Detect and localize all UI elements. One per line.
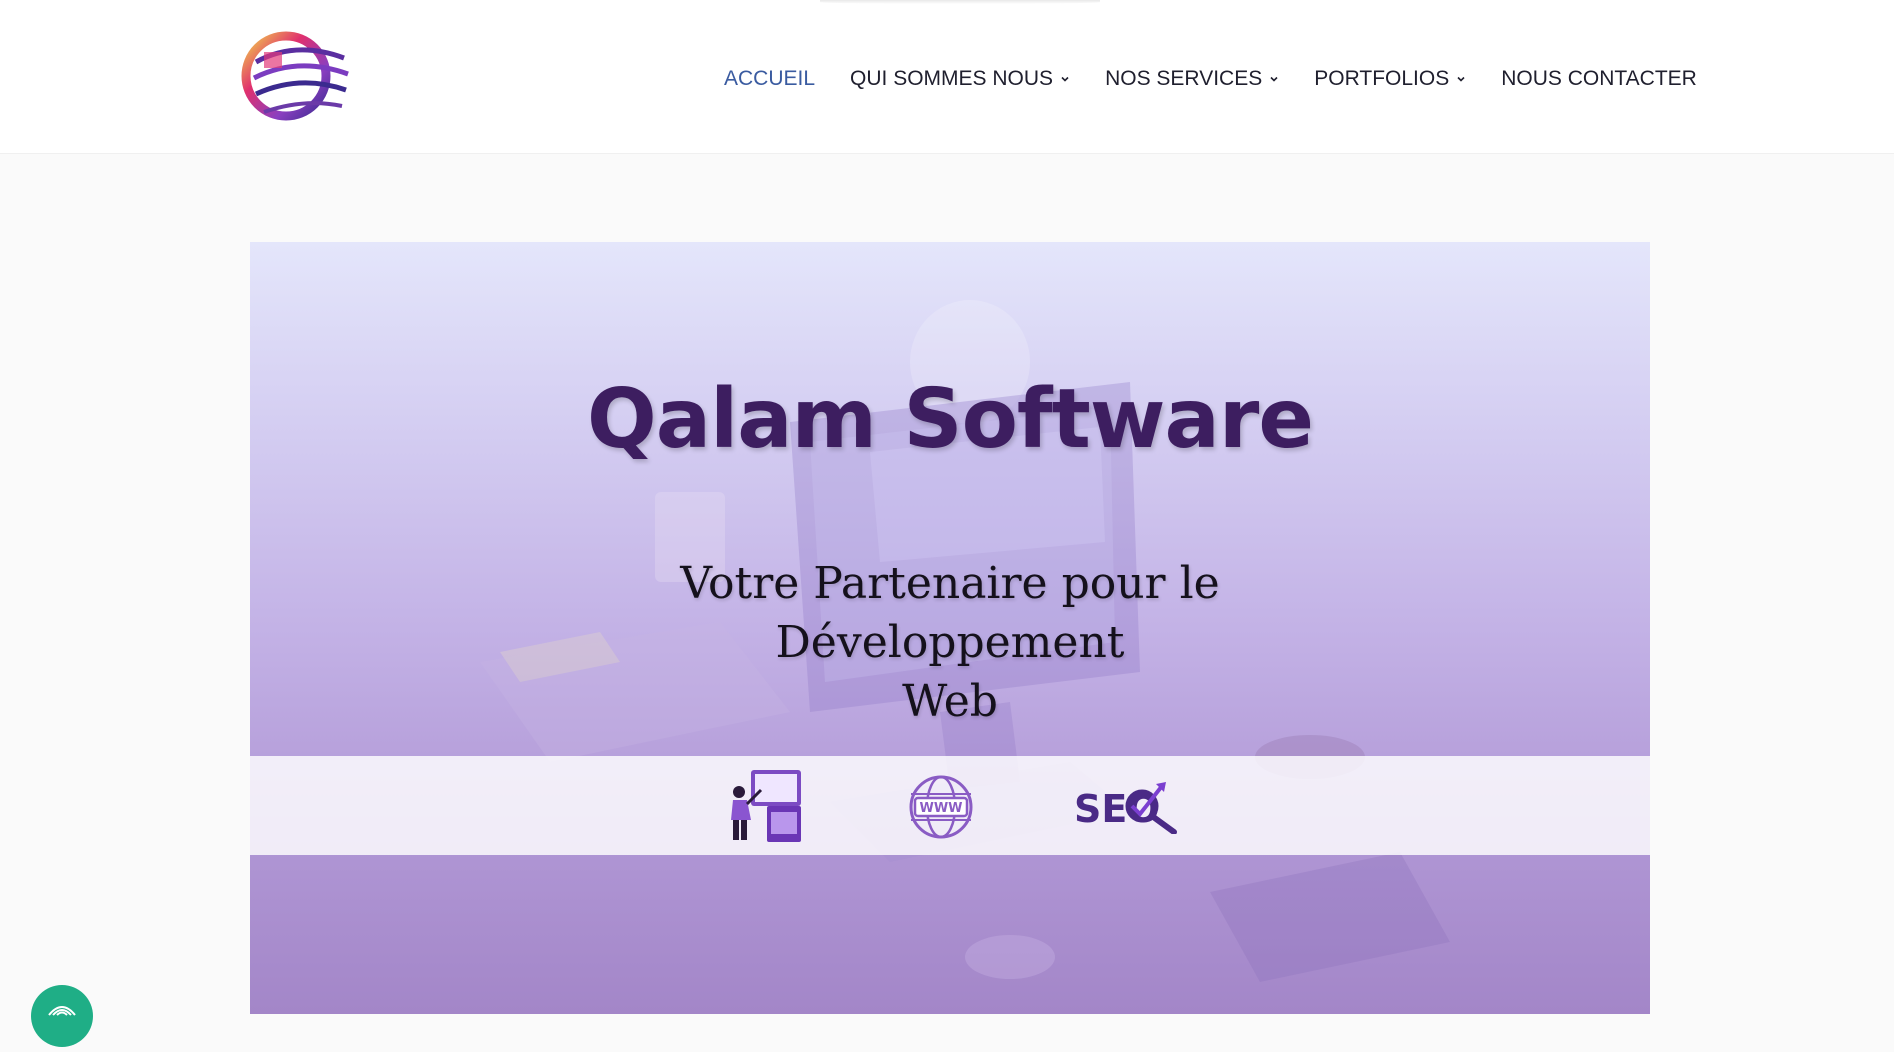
hero-subtitle-line-2: Web — [902, 676, 998, 727]
chevron-down-icon — [1457, 76, 1465, 82]
floating-action-button[interactable] — [31, 985, 93, 1047]
nav-nos-services[interactable]: NOS SERVICES — [1105, 67, 1279, 91]
nav-portfolios-label: PORTFOLIOS — [1314, 67, 1450, 90]
chevron-down-icon — [1061, 76, 1069, 82]
services-band: WWW SEO — [250, 756, 1650, 855]
hero-subtitle: Votre Partenaire pour le Développement W… — [500, 554, 1400, 731]
nav-accueil-label: ACCUEIL — [724, 67, 816, 90]
web-design-icon[interactable] — [727, 768, 807, 846]
header-shadow — [820, 0, 1100, 4]
fingerprint-icon — [48, 1006, 76, 1016]
www-globe-icon[interactable]: WWW — [908, 774, 974, 840]
nav-qui-sommes-nous-label: QUI SOMMES NOUS — [850, 67, 1054, 90]
svg-text:WWW: WWW — [919, 801, 962, 816]
logo[interactable] — [236, 22, 351, 130]
nav-nos-services-label: NOS SERVICES — [1105, 67, 1263, 90]
nav-qui-sommes-nous[interactable]: QUI SOMMES NOUS — [850, 67, 1070, 91]
nav-nous-contacter[interactable]: NOUS CONTACTER — [1501, 67, 1697, 91]
nav-accueil[interactable]: ACCUEIL — [724, 67, 815, 91]
nav-portfolios[interactable]: PORTFOLIOS — [1314, 67, 1466, 91]
hero-title: Qalam Software — [587, 372, 1314, 467]
hero-subtitle-line-1: Votre Partenaire pour le Développement — [680, 558, 1220, 668]
hero-section: Qalam Software Votre Partenaire pour le … — [250, 242, 1650, 1014]
nav-nous-contacter-label: NOUS CONTACTER — [1501, 67, 1697, 90]
seo-icon[interactable]: SEO — [1074, 780, 1180, 834]
main-nav: ACCUEIL QUI SOMMES NOUS NOS SERVICES POR… — [724, 64, 1697, 94]
chevron-down-icon — [1270, 76, 1278, 82]
site-header: ACCUEIL QUI SOMMES NOUS NOS SERVICES POR… — [0, 0, 1894, 154]
